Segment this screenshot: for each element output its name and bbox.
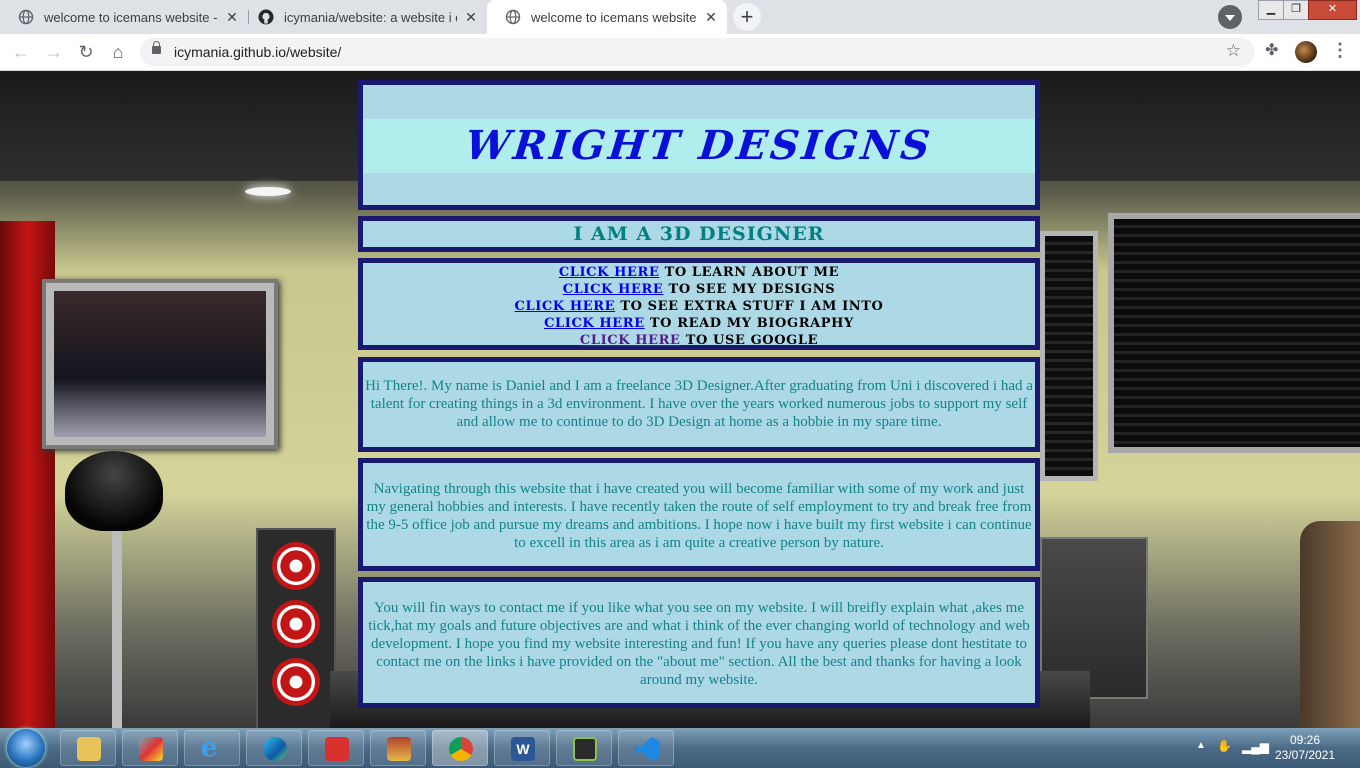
- link-description: TO SEE MY DESIGNS: [668, 282, 836, 297]
- site-header: WRIGHT DESIGNS: [358, 80, 1040, 210]
- tab-2[interactable]: icymania/website: a website i de ✕: [240, 0, 487, 34]
- file-explorer-taskbar-icon[interactable]: [60, 730, 116, 766]
- system-clock[interactable]: 09:26 23/07/2021: [1268, 733, 1342, 763]
- intro-paragraph: Hi There!. My name is Daniel and I am a …: [365, 378, 1033, 430]
- close-tab-icon[interactable]: ✕: [703, 9, 719, 25]
- background-window-blind: [1040, 231, 1098, 481]
- maximize-button[interactable]: ❐: [1283, 0, 1309, 20]
- site-title: WRIGHT DESIGNS: [463, 122, 935, 169]
- designs-link[interactable]: CLICK HERE: [563, 282, 664, 297]
- vscode-taskbar-icon[interactable]: [618, 730, 674, 766]
- navigation-paragraph-box: Navigating through this website that i h…: [358, 458, 1040, 571]
- browser-toolbar: ← → ↻ ⌂ icymania.github.io/website/ ☆: [0, 34, 1360, 71]
- word-taskbar-icon[interactable]: W: [494, 730, 550, 766]
- profile-avatar[interactable]: [1295, 41, 1317, 63]
- tab-3-active[interactable]: welcome to icemans website - ic ✕: [487, 0, 727, 34]
- biography-link[interactable]: CLICK HERE: [544, 316, 645, 331]
- globe-icon: [505, 9, 521, 25]
- background-window-blind: [1108, 213, 1360, 453]
- home-icon[interactable]: ⌂: [106, 40, 130, 64]
- background-ceiling-light: [245, 187, 291, 196]
- tab-title: welcome to icemans website - ic: [44, 9, 218, 25]
- globe-icon: [18, 9, 34, 25]
- extra-stuff-link[interactable]: CLICK HERE: [515, 299, 616, 314]
- taskbar: e W ▲ ✋ ▂▄▆ 09:26 23/07/2021: [0, 728, 1360, 768]
- link-description: TO SEE EXTRA STUFF I AM INTO: [620, 299, 884, 314]
- extensions-icon[interactable]: ✤: [1265, 40, 1278, 60]
- tab-1[interactable]: welcome to icemans website - ic ✕: [0, 0, 248, 34]
- nav-link-row-designs: CLICK HERE TO SEE MY DESIGNS: [363, 281, 1035, 298]
- reload-icon[interactable]: ↻: [74, 40, 98, 64]
- paint-taskbar-icon[interactable]: [122, 730, 178, 766]
- internet-explorer-taskbar-icon[interactable]: e: [184, 730, 240, 766]
- nav-link-row-google: CLICK HERE TO USE GOOGLE: [363, 332, 1035, 349]
- navigation-paragraph: Navigating through this website that i h…: [366, 481, 1032, 551]
- nav-link-row-extra: CLICK HERE TO SEE EXTRA STUFF I AM INTO: [363, 298, 1035, 315]
- page-viewport: WRIGHT DESIGNS I AM A 3D DESIGNER CLICK …: [0, 71, 1360, 728]
- contact-paragraph: You will fin ways to contact me if you l…: [368, 600, 1030, 688]
- link-description: TO USE GOOGLE: [685, 333, 819, 348]
- show-hidden-icons-icon[interactable]: ▲: [1196, 740, 1206, 751]
- link-description: TO LEARN ABOUT ME: [664, 265, 840, 280]
- minimize-button[interactable]: ▁: [1258, 0, 1284, 20]
- close-tab-icon[interactable]: ✕: [224, 9, 240, 25]
- clock-time: 09:26: [1289, 733, 1321, 747]
- url-text: icymania.github.io/website/: [174, 44, 342, 60]
- tab-title: icymania/website: a website i de: [284, 9, 457, 25]
- background-chair: [1300, 521, 1360, 728]
- contact-paragraph-box: You will fin ways to contact me if you l…: [358, 577, 1040, 708]
- background-photo-frame: [42, 279, 278, 449]
- about-me-link[interactable]: CLICK HERE: [559, 265, 660, 280]
- menu-kebab-icon[interactable]: ⋮: [1331, 40, 1349, 61]
- subtitle-box: I AM A 3D DESIGNER: [358, 216, 1040, 252]
- chrome-taskbar-icon[interactable]: [432, 730, 488, 766]
- nav-link-row-biography: CLICK HERE TO READ MY BIOGRAPHY: [363, 315, 1035, 332]
- task-manager-taskbar-icon[interactable]: [556, 730, 612, 766]
- back-icon[interactable]: ←: [9, 40, 33, 64]
- lock-icon[interactable]: [152, 41, 161, 54]
- link-description: TO READ MY BIOGRAPHY: [649, 316, 854, 331]
- google-link[interactable]: CLICK HERE: [580, 333, 681, 348]
- github-icon: [258, 9, 274, 25]
- close-window-button[interactable]: ✕: [1308, 0, 1357, 20]
- close-tab-icon[interactable]: ✕: [463, 9, 479, 25]
- background-lamp: [65, 451, 163, 531]
- tab-strip: welcome to icemans website - ic ✕ icyman…: [0, 0, 1360, 34]
- touch-keyboard-icon[interactable]: ✋: [1217, 739, 1232, 753]
- mp3-app-taskbar-icon[interactable]: [308, 730, 364, 766]
- forward-icon[interactable]: →: [42, 40, 66, 64]
- intro-paragraph-box: Hi There!. My name is Daniel and I am a …: [358, 357, 1040, 452]
- address-bar[interactable]: icymania.github.io/website/ ☆: [140, 38, 1255, 66]
- winrar-taskbar-icon[interactable]: [370, 730, 426, 766]
- bookmark-star-icon[interactable]: ☆: [1226, 41, 1241, 61]
- network-icon[interactable]: ▂▄▆: [1242, 740, 1269, 754]
- edge-taskbar-icon[interactable]: [246, 730, 302, 766]
- nav-links-box: CLICK HERE TO LEARN ABOUT ME CLICK HERE …: [358, 258, 1040, 350]
- tab-search-icon[interactable]: [1218, 5, 1242, 29]
- site-subtitle: I AM A 3D DESIGNER: [573, 223, 825, 245]
- background-lamp-pole: [112, 531, 122, 728]
- tab-title: welcome to icemans website - ic: [531, 9, 697, 25]
- start-button[interactable]: [7, 729, 45, 767]
- new-tab-button[interactable]: +: [733, 3, 761, 31]
- clock-date: 23/07/2021: [1274, 748, 1336, 762]
- background-speaker: [256, 528, 336, 728]
- nav-link-row-about: CLICK HERE TO LEARN ABOUT ME: [363, 264, 1035, 281]
